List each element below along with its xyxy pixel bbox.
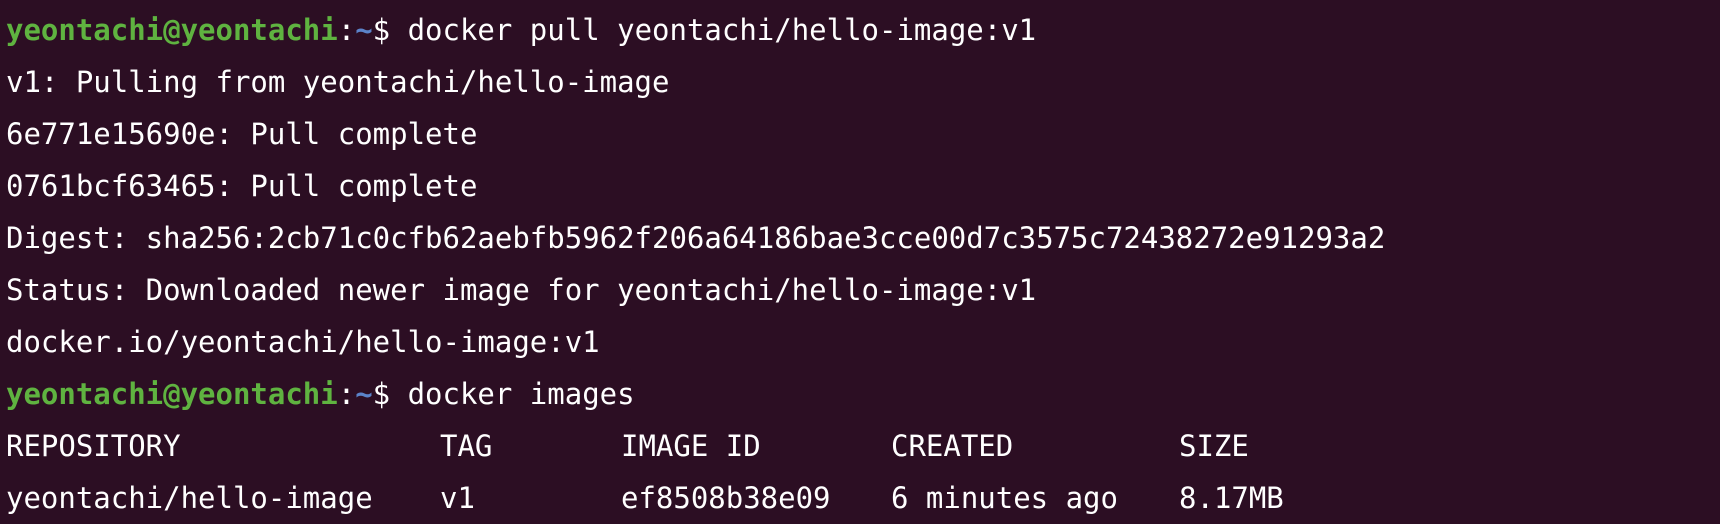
command-text: docker images: [407, 377, 635, 411]
terminal-window[interactable]: yeontachi@yeontachi:~$ docker pull yeont…: [0, 0, 1720, 524]
output-line: 6e771e15690e: Pull complete: [6, 117, 478, 151]
prompt-user-host: yeontachi@yeontachi: [6, 377, 338, 411]
cell-tag: v1: [440, 481, 475, 515]
cell-created: 6 minutes ago: [891, 481, 1118, 515]
prompt-path: ~: [355, 13, 373, 47]
header-image-id: IMAGE ID: [621, 429, 761, 463]
output-line: Digest: sha256:2cb71c0cfb62aebfb5962f206…: [6, 221, 1386, 255]
prompt-colon: :: [337, 13, 356, 47]
output-line: docker.io/yeontachi/hello-image:v1: [6, 325, 600, 359]
output-line: Status: Downloaded newer image for yeont…: [6, 273, 1037, 307]
output-line: 0761bcf63465: Pull complete: [6, 169, 478, 203]
cell-size: 8.17MB: [1179, 481, 1284, 515]
prompt-line-images: yeontachi@yeontachi:~$ docker images: [6, 368, 1720, 420]
prompt-dollar: $: [372, 377, 408, 411]
header-size: SIZE: [1179, 429, 1249, 463]
output-line: v1: Pulling from yeontachi/hello-image: [6, 65, 670, 99]
prompt-line-pull: yeontachi@yeontachi:~$ docker pull yeont…: [6, 4, 1720, 56]
cell-image-id: ef8508b38e09: [621, 481, 831, 515]
cell-repository: yeontachi/hello-image: [6, 481, 373, 515]
prompt-dollar: $: [372, 13, 408, 47]
prompt-colon: :: [337, 377, 356, 411]
images-table-header: REPOSITORY TAG IMAGE ID CREATED SIZE: [6, 420, 1720, 472]
table-row: yeontachi/hello-image v1 ef8508b38e09 6 …: [6, 472, 1720, 524]
header-repository: REPOSITORY: [6, 429, 181, 463]
header-created: CREATED: [891, 429, 1014, 463]
prompt-path: ~: [355, 377, 373, 411]
prompt-user-host: yeontachi@yeontachi: [6, 13, 338, 47]
command-text: docker pull yeontachi/hello-image:v1: [407, 13, 1037, 47]
header-tag: TAG: [440, 429, 493, 463]
